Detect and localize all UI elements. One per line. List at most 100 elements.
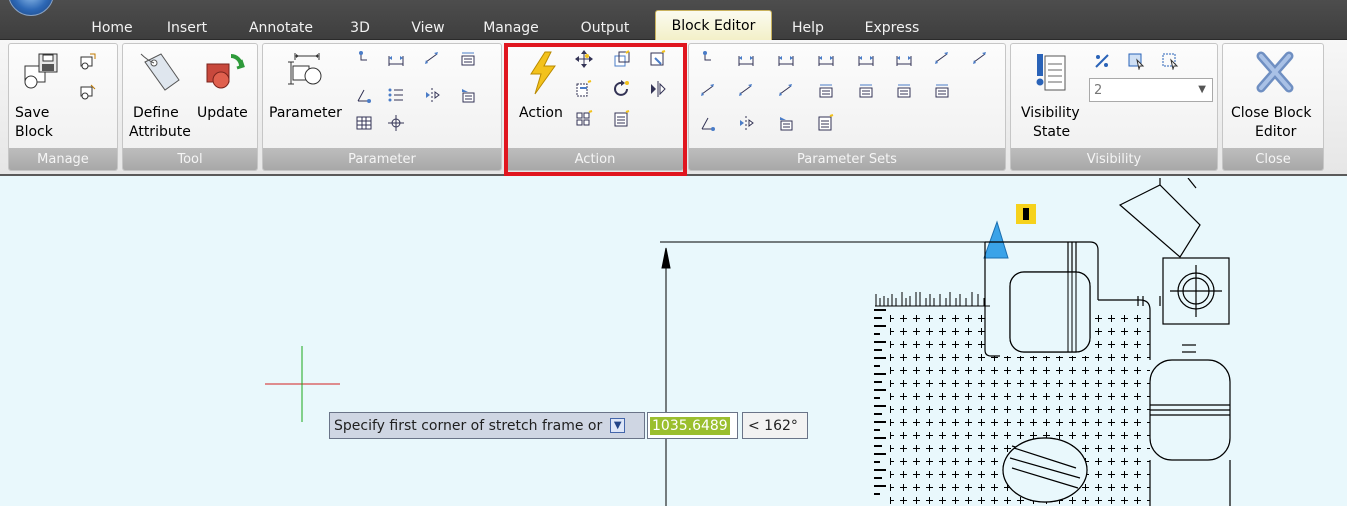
define-attribute-label-2: Attribute — [129, 124, 191, 140]
polar-move-icon[interactable] — [933, 50, 951, 68]
linear-stretch-icon[interactable] — [777, 50, 795, 68]
linear-array-icon[interactable] — [817, 50, 835, 68]
visibility-parameter-icon[interactable] — [459, 86, 477, 104]
visibility-state-select[interactable]: 2 ▼ — [1089, 78, 1213, 102]
tab-help[interactable]: Help — [786, 16, 830, 40]
make-visible-icon[interactable] — [1093, 52, 1111, 70]
basepoint-parameter-icon[interactable] — [387, 114, 405, 132]
close-block-editor-label-2: Editor — [1255, 124, 1297, 140]
tab-output[interactable]: Output — [568, 16, 642, 40]
parameter-grip[interactable] — [983, 220, 1009, 259]
linear-move-pair-icon[interactable] — [857, 50, 875, 68]
test-block-icon[interactable] — [79, 82, 97, 100]
ribbon: Save Block Manage Define Attribute Updat… — [0, 40, 1347, 176]
point-move-icon[interactable] — [699, 50, 717, 68]
tag-icon — [140, 53, 180, 91]
flip-action-icon[interactable] — [649, 80, 667, 98]
tab-home[interactable]: Home — [82, 16, 142, 40]
visibility-state-label-2: State — [1033, 124, 1071, 140]
chevron-down-icon: ▼ — [1198, 84, 1206, 95]
scale-action-icon[interactable] — [613, 50, 631, 68]
visibility-state-button[interactable]: Visibility State — [1015, 50, 1085, 142]
move-action-icon[interactable] — [575, 50, 593, 68]
panel-visibility: Visibility State 2 ▼ Visibility — [1010, 43, 1218, 171]
app-menu-button[interactable] — [8, 0, 54, 16]
panel-manage: Save Block Manage — [8, 43, 118, 171]
linear-stretch-pair-icon[interactable] — [895, 50, 913, 68]
polar-parameter-icon[interactable] — [423, 50, 441, 68]
distance-input[interactable]: 1035.6489 — [647, 412, 738, 439]
panel-close: Close Block Editor Close — [1222, 43, 1324, 171]
close-icon — [1256, 51, 1294, 93]
linear-parameter-icon[interactable] — [387, 50, 405, 68]
xy-move-icon[interactable] — [817, 82, 835, 100]
angle-input[interactable]: < 162° — [742, 412, 808, 439]
flip-parameter-icon[interactable] — [423, 86, 441, 104]
options-arrow-icon[interactable]: ▼ — [610, 418, 626, 433]
visibility-mode-icon[interactable] — [1161, 52, 1179, 70]
visibility-state-label-1: Visibility — [1021, 105, 1080, 121]
panel-parameter: Parameter Parameter — [262, 43, 502, 171]
close-block-editor-button[interactable]: Close Block Editor — [1227, 50, 1321, 142]
tab-manage[interactable]: Manage — [474, 16, 548, 40]
polar-array-icon[interactable] — [699, 82, 717, 100]
linear-move-icon[interactable] — [737, 50, 755, 68]
rotation-parameter-icon[interactable] — [355, 86, 373, 104]
save-block-button[interactable]: Save Block — [15, 50, 65, 142]
tab-view[interactable]: View — [400, 16, 456, 40]
tab-express[interactable]: Express — [852, 16, 932, 40]
stretch-action-icon[interactable] — [649, 50, 667, 68]
panel-parameter-sets-title: Parameter Sets — [689, 148, 1005, 170]
panel-close-title: Close — [1223, 148, 1323, 170]
alignment-parameter-icon[interactable] — [387, 86, 405, 104]
tab-annotate[interactable]: Annotate — [238, 16, 324, 40]
action-label: Action — [519, 105, 563, 121]
command-prompt-text: Specify first corner of stretch frame or — [334, 417, 603, 434]
define-attribute-label-1: Define — [133, 105, 179, 121]
update-label: Update — [197, 105, 248, 121]
save-block-label-1: Save — [15, 105, 50, 121]
crosshair-cursor — [265, 346, 340, 422]
save-block-as-icon[interactable] — [79, 52, 97, 70]
round-part — [1002, 437, 1088, 503]
panel-parameter-sets: Parameter Sets — [688, 43, 1006, 171]
action-button[interactable]: Action — [511, 50, 571, 122]
tab-block-editor[interactable]: Block Editor — [655, 10, 772, 40]
visibility-state-icon — [1036, 54, 1066, 91]
visibility-state-value: 2 — [1094, 82, 1103, 98]
polar-stretch-action-icon[interactable] — [575, 80, 593, 98]
polar-move-pair-icon[interactable] — [737, 82, 755, 100]
make-invisible-icon[interactable] — [1127, 52, 1145, 70]
tab-3d[interactable]: 3D — [340, 16, 380, 40]
point-parameter-icon[interactable] — [355, 50, 373, 68]
flip-set-icon[interactable] — [737, 114, 755, 132]
lock-icon — [1016, 204, 1036, 224]
rotate-action-icon[interactable] — [613, 80, 631, 98]
parameter-button[interactable]: Parameter — [267, 50, 343, 122]
xy-move-box-set-icon[interactable] — [895, 82, 913, 100]
lightning-bolt-icon — [530, 51, 556, 95]
tab-insert[interactable]: Insert — [158, 16, 216, 40]
xy-array-box-set-icon[interactable] — [933, 82, 951, 100]
array-action-icon[interactable] — [575, 110, 593, 128]
parameter-label: Parameter — [269, 105, 342, 121]
xy-parameter-icon[interactable] — [459, 50, 477, 68]
panel-action: Action Action — [506, 43, 684, 171]
rotation-set-icon[interactable] — [699, 114, 717, 132]
lookup-set-icon[interactable] — [817, 114, 835, 132]
panel-visibility-title: Visibility — [1011, 148, 1217, 170]
drawing-canvas[interactable] — [0, 178, 1347, 506]
visibility-set-icon[interactable] — [777, 114, 795, 132]
xy-move-pair-icon[interactable] — [857, 82, 875, 100]
command-prompt: Specify first corner of stretch frame or… — [329, 412, 645, 439]
panel-manage-title: Manage — [9, 148, 117, 170]
panel-parameter-title: Parameter — [263, 148, 501, 170]
lookup-parameter-icon[interactable] — [355, 114, 373, 132]
update-button[interactable]: Update — [197, 50, 253, 142]
save-block-label-2: Block — [15, 124, 53, 140]
distance-value: 1035.6489 — [650, 416, 730, 435]
polar-stretch-pair-icon[interactable] — [777, 82, 795, 100]
define-attribute-button[interactable]: Define Attribute — [129, 50, 195, 142]
lookup-action-icon[interactable] — [613, 110, 631, 128]
polar-stretch-icon[interactable] — [971, 50, 989, 68]
